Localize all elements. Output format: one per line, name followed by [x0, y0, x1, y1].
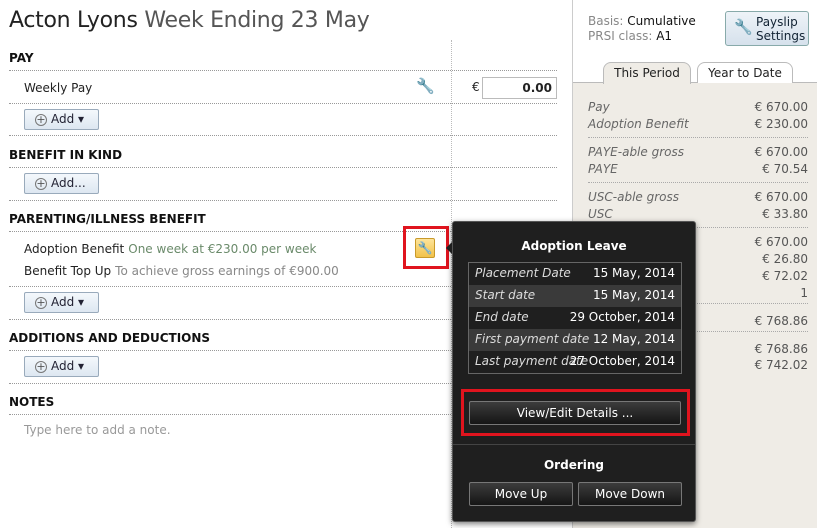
section-parenting: PARENTING/ILLNESS BENEFIT	[9, 212, 206, 226]
add-label: Add	[51, 359, 75, 373]
detail-row: First payment date 12 May, 2014	[469, 329, 681, 351]
summary-value: € 768.86	[754, 342, 808, 356]
page-title: Acton Lyons Week Ending 23 May	[9, 8, 370, 33]
detail-label: Placement Date	[475, 266, 571, 280]
detail-row: Last payment date 27 October, 2014	[469, 351, 681, 373]
popup-title: Adoption Leave	[521, 239, 627, 253]
basis-label: Basis:	[588, 14, 624, 28]
wrench-icon: 🔧	[734, 18, 753, 36]
add-pay-button[interactable]: + Add ▾	[24, 109, 99, 130]
section-additions: ADDITIONS AND DEDUCTIONS	[9, 331, 211, 345]
divider	[9, 70, 557, 71]
plus-icon: +	[35, 360, 47, 373]
add-label: Add...	[51, 176, 86, 190]
summary-value: € 26.80	[762, 252, 808, 266]
notes-input[interactable]: Type here to add a note.	[24, 423, 171, 437]
plus-icon: +	[35, 177, 47, 190]
divider	[9, 200, 557, 201]
summary-row: USC € 33.80	[588, 207, 808, 221]
summary-label: PAYE-able gross	[588, 145, 684, 159]
item-desc: To achieve gross earnings of €900.00	[115, 264, 339, 278]
summary-value: € 768.86	[754, 314, 808, 328]
summary-value: € 670.00	[754, 145, 808, 159]
summary-value: € 670.00	[754, 190, 808, 204]
detail-label: First payment date	[475, 332, 590, 346]
basis-value: Cumulative	[627, 14, 696, 28]
summary-value: € 33.80	[762, 207, 808, 221]
highlight-box	[403, 226, 449, 269]
detail-value: 27 October, 2014	[569, 354, 675, 368]
detail-row: End date 29 October, 2014	[469, 307, 681, 329]
period-label: Week Ending 23 May	[144, 8, 370, 33]
add-label: Add	[51, 295, 75, 309]
summary-value: € 670.00	[754, 235, 808, 249]
summary-value: € 70.54	[762, 162, 808, 176]
basis-info: Basis: Cumulative PRSI class: A1	[588, 14, 696, 44]
add-label: Add	[51, 112, 75, 126]
summary-row: PAYE-able gross € 670.00	[588, 145, 808, 159]
summary-value: € 742.02	[754, 358, 808, 372]
benefit-top-up-item: Benefit Top Up To achieve gross earnings …	[24, 264, 339, 278]
divider	[453, 444, 695, 445]
summary-row: USC-able gross € 670.00	[588, 190, 808, 204]
adoption-benefit-item: Adoption Benefit One week at €230.00 per …	[24, 242, 316, 256]
summary-row: PAYE € 70.54	[588, 162, 808, 176]
summary-label: PAYE	[588, 162, 618, 176]
summary-value: € 230.00	[754, 117, 808, 131]
popup-pointer	[446, 242, 452, 254]
tab-year-to-date[interactable]: Year to Date	[697, 62, 793, 83]
tab-this-period[interactable]: This Period	[603, 62, 691, 84]
summary-label: Pay	[588, 100, 610, 114]
summary-label: Adoption Benefit	[588, 117, 689, 131]
summary-label: USC-able gross	[588, 190, 680, 204]
item-label: Benefit Top Up	[24, 264, 112, 278]
plus-icon: +	[35, 296, 47, 309]
divider	[9, 135, 557, 136]
summary-row: Pay € 670.00	[588, 100, 808, 114]
plus-icon: +	[35, 113, 47, 126]
detail-value: 12 May, 2014	[592, 332, 675, 346]
add-parenting-button[interactable]: + Add ▾	[24, 292, 99, 313]
section-pay: PAY	[9, 51, 34, 65]
add-additions-button[interactable]: + Add ▾	[24, 356, 99, 377]
detail-row: Start date 15 May, 2014	[469, 285, 681, 307]
move-up-button[interactable]: Move Up	[469, 482, 573, 506]
summary-value: € 72.02	[762, 269, 808, 283]
section-notes: NOTES	[9, 395, 55, 409]
currency-symbol: €	[472, 80, 480, 94]
detail-row: Placement Date 15 May, 2014	[469, 263, 681, 285]
weekly-pay-label: Weekly Pay	[24, 81, 93, 95]
highlight-box	[461, 389, 690, 436]
detail-value: 15 May, 2014	[592, 266, 675, 280]
item-desc: One week at €230.00 per week	[128, 242, 317, 256]
detail-label: Start date	[475, 288, 536, 302]
payslip-settings-button[interactable]: 🔧 Payslip Settings	[725, 11, 809, 46]
item-label: Adoption Benefit	[24, 242, 125, 256]
summary-value: € 670.00	[754, 100, 808, 114]
leave-details-table: Placement Date 15 May, 2014 Start date 15 …	[468, 262, 682, 374]
employee-name: Acton Lyons	[9, 8, 138, 33]
move-down-button[interactable]: Move Down	[578, 482, 682, 506]
wrench-icon[interactable]: 🔧	[416, 77, 435, 95]
settings-label: Payslip Settings	[756, 15, 806, 43]
detail-value: 15 May, 2014	[592, 288, 675, 302]
summary-row: Adoption Benefit € 230.00	[588, 117, 808, 131]
summary-label: USC	[588, 207, 613, 221]
ordering-heading: Ordering	[543, 458, 604, 472]
summary-value: 1	[800, 286, 808, 300]
section-benefit-in-kind: BENEFIT IN KIND	[9, 148, 123, 162]
prsi-value: A1	[656, 29, 673, 43]
divider	[588, 137, 808, 138]
divider	[9, 103, 557, 104]
detail-value: 29 October, 2014	[569, 310, 675, 324]
adoption-leave-popup: Adoption Leave Placement Date 15 May, 201…	[446, 221, 696, 522]
prsi-label: PRSI class:	[588, 29, 653, 43]
detail-label: End date	[475, 310, 529, 324]
add-bik-button[interactable]: + Add...	[24, 173, 99, 194]
divider	[588, 182, 808, 183]
weekly-pay-input[interactable]: 0.00	[482, 77, 557, 99]
divider	[9, 167, 557, 168]
